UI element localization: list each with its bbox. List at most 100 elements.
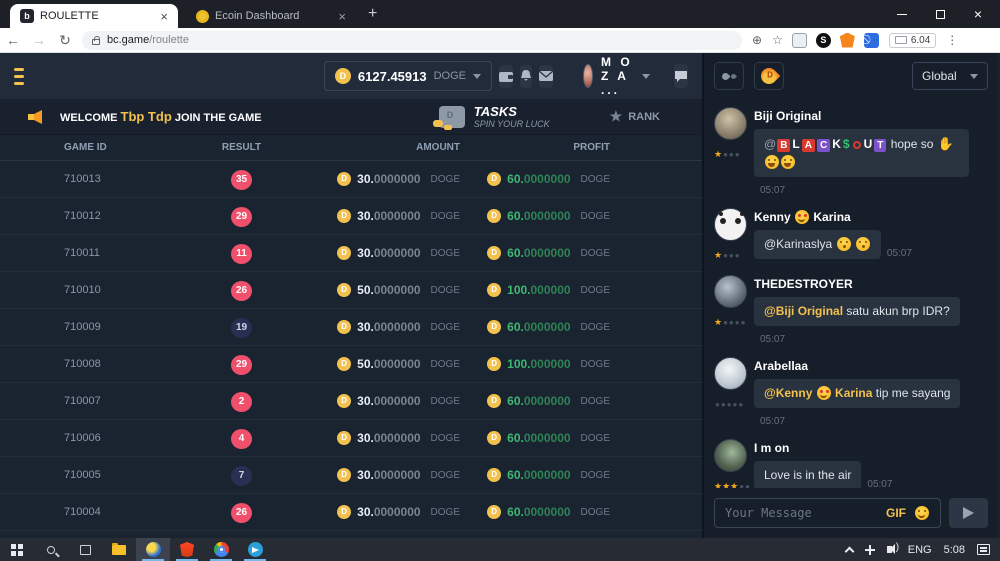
table-row[interactable]: 710009 19 D30.0000000DOGE D60.0000000DOG… bbox=[0, 309, 702, 346]
table-row[interactable]: 710012 29 D30.0000000DOGE D60.0000000DOG… bbox=[0, 198, 702, 235]
balance-amount: 6127.45913 bbox=[358, 69, 427, 84]
message-input[interactable] bbox=[725, 506, 878, 520]
user-level-stars: ★★★●● bbox=[714, 476, 754, 488]
coin-drop-button[interactable] bbox=[754, 62, 784, 90]
tab-ecoin-dashboard[interactable]: Ecoin Dashboard × bbox=[186, 4, 356, 28]
send-button[interactable] bbox=[949, 498, 988, 528]
lock-icon[interactable] bbox=[92, 39, 100, 45]
profile-menu[interactable]: M O Z A ... bbox=[583, 55, 650, 97]
chat-timestamp: 05:07 bbox=[760, 416, 785, 427]
brave-icon bbox=[180, 542, 194, 557]
chat-channel-dropdown[interactable]: Global bbox=[912, 62, 988, 90]
profit-cell: D100.000000DOGE bbox=[460, 357, 610, 371]
url-path: /roulette bbox=[149, 34, 189, 46]
amount-cell: D30.0000000DOGE bbox=[299, 505, 460, 519]
file-explorer-button[interactable] bbox=[102, 538, 136, 561]
chat-username[interactable]: THEDESTROYER bbox=[754, 277, 990, 291]
start-button[interactable] bbox=[0, 538, 34, 561]
amount-cell: D50.0000000DOGE bbox=[299, 283, 460, 297]
device-tray-icon[interactable] bbox=[865, 545, 875, 555]
table-row[interactable]: 710004 26 D30.0000000DOGE D60.0000000DOG… bbox=[0, 494, 702, 531]
tasks-title: TASKS bbox=[474, 104, 550, 119]
user-level-stars: ●●●●● bbox=[714, 394, 754, 412]
gif-button[interactable]: GIF bbox=[886, 506, 906, 520]
avatar[interactable] bbox=[714, 439, 747, 472]
menu-hamburger-icon[interactable] bbox=[14, 64, 24, 89]
avatar[interactable] bbox=[714, 208, 747, 241]
balance-selector[interactable]: D 6127.45913 DOGE bbox=[324, 61, 492, 91]
amount-cell: D30.0000000DOGE bbox=[299, 468, 460, 482]
taskbar-app-active[interactable] bbox=[136, 538, 170, 561]
taskbar-app-brave[interactable] bbox=[170, 538, 204, 561]
globe-app-icon bbox=[146, 542, 161, 557]
speaker-icon[interactable] bbox=[887, 546, 892, 553]
result-badge: 4 bbox=[231, 429, 252, 449]
emoji-picker-icon[interactable] bbox=[915, 506, 929, 520]
avatar[interactable] bbox=[714, 107, 747, 140]
window-close-button[interactable]: × bbox=[956, 0, 1000, 28]
rain-button[interactable] bbox=[714, 62, 744, 90]
amount-cell: D30.0000000DOGE bbox=[299, 320, 460, 334]
chat-username[interactable]: I m on bbox=[754, 441, 990, 455]
show-hidden-icons-chevron[interactable] bbox=[844, 546, 854, 556]
taskbar-app-chrome[interactable] bbox=[204, 538, 238, 561]
windows-logo-icon bbox=[11, 544, 23, 556]
profit-cell: D100.000000DOGE bbox=[460, 283, 610, 297]
bookmark-star-icon[interactable]: ☆ bbox=[772, 33, 783, 47]
extension-s-icon[interactable]: S bbox=[816, 33, 831, 48]
table-row[interactable]: 710011 11 D30.0000000DOGE D60.0000000DOG… bbox=[0, 235, 702, 272]
url-host: bc.game bbox=[107, 34, 149, 46]
language-indicator[interactable]: ENG bbox=[908, 544, 932, 556]
table-row[interactable]: 710010 26 D50.0000000DOGE D100.000000DOG… bbox=[0, 272, 702, 309]
address-bar[interactable]: bc.game/roulette bbox=[82, 31, 742, 50]
profit-cell: D60.0000000DOGE bbox=[460, 505, 610, 519]
system-tray: ENG 5:08 bbox=[846, 544, 1000, 556]
chat-toggle-button[interactable] bbox=[674, 64, 688, 88]
chat-message-list[interactable]: ★●●● Biji Original @BLACK$UT hope so ✋ 0… bbox=[704, 99, 998, 488]
forward-button[interactable]: → bbox=[26, 32, 52, 48]
chat-bubble: @Kenny Karina tip me sayang bbox=[754, 379, 960, 408]
chat-username[interactable]: Kenny Karina bbox=[754, 210, 990, 224]
browser-menu-icon[interactable]: ⋮ bbox=[946, 33, 958, 47]
extension-blue-icon[interactable] bbox=[864, 33, 879, 48]
extension-cube-icon[interactable] bbox=[792, 33, 807, 48]
avatar[interactable] bbox=[714, 357, 747, 390]
taskbar-app-telegram[interactable] bbox=[238, 538, 272, 561]
table-row[interactable]: 710013 35 D30.0000000DOGE D60.0000000DOG… bbox=[0, 161, 702, 198]
new-tab-button[interactable]: + bbox=[368, 5, 377, 23]
taskbar-search-button[interactable] bbox=[34, 538, 68, 561]
result-badge: 19 bbox=[231, 318, 252, 338]
metamask-extension-icon[interactable] bbox=[840, 33, 855, 48]
spin-machine-icon bbox=[439, 106, 465, 128]
chat-message: ●●●●● Arabellaa @Kenny Karina tip me say… bbox=[714, 357, 990, 427]
table-row[interactable]: 710007 2 D30.0000000DOGE D60.0000000DOGE bbox=[0, 383, 702, 420]
table-row[interactable]: 710006 4 D30.0000000DOGE D60.0000000DOGE bbox=[0, 420, 702, 457]
share-icon[interactable]: ⊕ bbox=[752, 33, 762, 47]
reload-button[interactable]: ↻ bbox=[52, 32, 78, 49]
task-view-button[interactable] bbox=[68, 538, 102, 561]
messages-button[interactable] bbox=[539, 65, 553, 88]
table-row[interactable]: 710008 29 D50.0000000DOGE D100.000000DOG… bbox=[0, 346, 702, 383]
back-button[interactable]: ← bbox=[0, 32, 26, 48]
profit-cell: D60.0000000DOGE bbox=[460, 246, 610, 260]
chat-username[interactable]: Biji Original bbox=[754, 109, 990, 123]
tab-close-icon[interactable]: × bbox=[160, 9, 168, 24]
rank-widget[interactable]: ★ RANK bbox=[610, 108, 660, 125]
coin-fireball-icon bbox=[758, 65, 781, 88]
clock[interactable]: 5:08 bbox=[944, 544, 965, 556]
action-center-icon[interactable] bbox=[977, 544, 990, 555]
notifications-button[interactable] bbox=[520, 65, 532, 88]
chat-panel: Global ★●●● Biji Original @BLACK$UT hope… bbox=[704, 53, 998, 538]
result-badge: 29 bbox=[231, 355, 252, 375]
extension-value-badge[interactable]: 6.04 bbox=[889, 33, 936, 48]
chat-username[interactable]: Arabellaa bbox=[754, 359, 990, 373]
table-row[interactable]: 710005 7 D30.0000000DOGE D60.0000000DOGE bbox=[0, 457, 702, 494]
avatar[interactable] bbox=[714, 275, 747, 308]
chat-bubble-icon bbox=[674, 70, 688, 82]
tab-close-icon[interactable]: × bbox=[338, 9, 346, 24]
tab-roulette[interactable]: b ROULETTE × bbox=[10, 4, 178, 28]
wallet-button[interactable] bbox=[499, 65, 513, 88]
announcement-banner: WELCOME Tbp Tdp JOIN THE GAME TASKS SPIN… bbox=[0, 99, 702, 135]
tasks-widget[interactable]: TASKS SPIN YOUR LUCK bbox=[439, 104, 550, 129]
message-inputbox[interactable]: GIF bbox=[714, 498, 941, 528]
